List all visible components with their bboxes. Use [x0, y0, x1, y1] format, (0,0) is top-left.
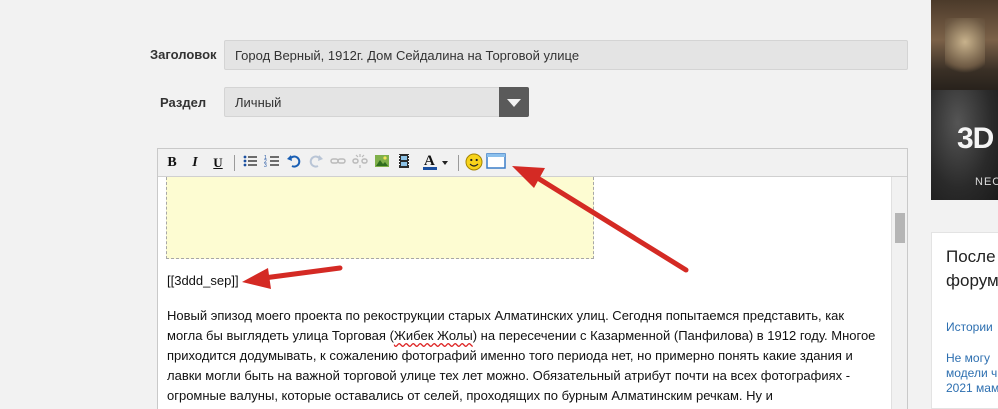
bold-button[interactable]: B: [162, 153, 182, 173]
italic-button[interactable]: I: [185, 153, 205, 173]
title-label: Заголовок: [150, 47, 217, 62]
svg-text:3: 3: [264, 163, 267, 169]
misspelled-word: Жибек Жолы: [393, 328, 473, 343]
redo-icon[interactable]: [306, 153, 326, 173]
unlink-icon[interactable]: [350, 153, 370, 173]
toolbar-separator: [234, 155, 235, 171]
numbered-list-icon[interactable]: 123: [262, 153, 282, 173]
font-color-button[interactable]: A: [420, 153, 452, 173]
forum-link-2-line-3[interactable]: 2021 мам: [946, 381, 998, 396]
smiley-icon[interactable]: [464, 153, 484, 173]
separator-block-icon[interactable]: [486, 153, 506, 173]
editor-scrollbar[interactable]: [891, 177, 907, 409]
card-title: После форум: [946, 245, 998, 293]
chevron-down-icon[interactable]: [499, 87, 529, 117]
image-icon[interactable]: [372, 153, 392, 173]
separator-tag: [[3ddd_sep]]: [167, 273, 239, 288]
link-icon[interactable]: [328, 153, 348, 173]
video-icon[interactable]: [394, 153, 414, 173]
latest-forum-card: После форум Истории Не могу модели ч 202…: [931, 232, 998, 409]
scrollbar-thumb[interactable]: [895, 213, 905, 243]
main-area: Заголовок Город Верный, 1912г. Дом Сейда…: [0, 0, 920, 409]
promo-image: [931, 0, 998, 100]
right-sidebar: 3D NEC После форум Истории Не могу модел…: [920, 0, 998, 409]
font-color-swatch: [423, 167, 437, 170]
bullet-list-icon[interactable]: [240, 153, 260, 173]
underline-button[interactable]: U: [208, 153, 228, 173]
undo-icon[interactable]: [284, 153, 304, 173]
section-select[interactable]: Личный: [224, 87, 529, 117]
forum-link-1[interactable]: Истории: [946, 320, 993, 335]
promo-banner[interactable]: 3D NEC: [931, 0, 998, 200]
section-select-value: Личный: [235, 95, 282, 110]
editor-content[interactable]: [[3ddd_sep]] Новый эпизод моего проекта …: [158, 177, 891, 409]
chevron-down-icon: [442, 161, 448, 165]
card-title-line-2: форум: [946, 271, 998, 290]
rich-text-editor[interactable]: B I U 123 A [[3ddd_sep]] Новый эпизод мо…: [157, 148, 908, 409]
highlight-block: [166, 177, 594, 259]
editor-toolbar: B I U 123 A: [158, 149, 907, 177]
forum-link-2[interactable]: Не могу: [946, 351, 990, 366]
toolbar-separator: [458, 155, 459, 171]
title-input[interactable]: Город Верный, 1912г. Дом Сейдалина на То…: [224, 40, 908, 70]
card-title-line-1: После: [946, 247, 996, 266]
promo-headline: 3D: [957, 122, 994, 155]
promo-subline: NEC: [975, 176, 998, 188]
post-paragraph: Новый эпизод моего проекта по рекострукц…: [167, 306, 882, 406]
forum-link-2-line-2[interactable]: модели ч: [946, 366, 997, 381]
section-label: Раздел: [160, 95, 207, 110]
